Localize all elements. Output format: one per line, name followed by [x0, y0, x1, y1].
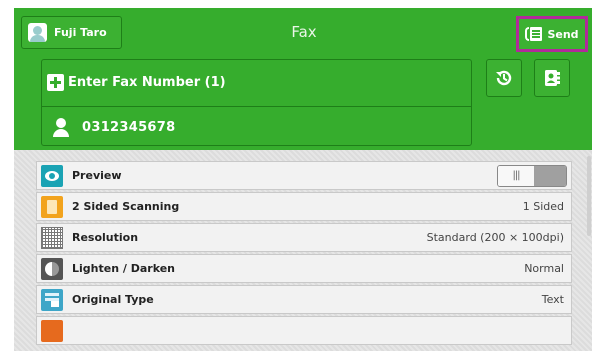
address-book-button[interactable]: [534, 59, 570, 97]
eye-icon: [41, 164, 63, 187]
enter-fax-number-button[interactable]: Enter Fax Number (1): [47, 70, 226, 94]
setting-value: Text: [541, 293, 564, 306]
fax-recipient-panel: Enter Fax Number (1) 0312345678: [41, 59, 472, 146]
setting-row-2-sided-scanning[interactable]: 2 Sided Scanning 1 Sided: [36, 192, 572, 221]
contrast-icon: [41, 257, 63, 280]
fax-header: Fuji Taro Fax Send Enter Fax Number (1) …: [14, 8, 592, 150]
setting-row-original-type[interactable]: Original Type Text: [36, 285, 572, 314]
redial-history-button[interactable]: [486, 59, 522, 97]
plus-icon: [47, 73, 64, 91]
recipient-entry[interactable]: 0312345678: [52, 115, 175, 139]
recipient-number: 0312345678: [82, 119, 176, 135]
send-button[interactable]: Send: [516, 16, 588, 52]
page-title: Fax: [291, 23, 317, 41]
enter-fax-number-label: Enter Fax Number (1): [68, 74, 226, 90]
resolution-grid-icon: [41, 226, 63, 249]
setting-value: Standard (200 × 100dpi): [426, 231, 564, 244]
setting-label: Lighten / Darken: [72, 262, 176, 275]
fax-app-window: Fuji Taro Fax Send Enter Fax Number (1) …: [14, 8, 592, 351]
setting-label: Resolution: [72, 231, 139, 244]
preview-toggle[interactable]: |||: [497, 164, 567, 187]
setting-label: Preview: [72, 169, 122, 182]
setting-icon: [41, 319, 63, 342]
send-label: Send: [547, 27, 579, 41]
user-avatar-icon: [28, 23, 47, 42]
original-type-icon: [41, 288, 63, 311]
user-account-button[interactable]: Fuji Taro: [21, 16, 122, 49]
setting-row-preview[interactable]: Preview |||: [36, 161, 572, 190]
address-book-icon: [545, 70, 560, 86]
setting-row-lighten-darken[interactable]: Lighten / Darken Normal: [36, 254, 572, 283]
setting-label: 2 Sided Scanning: [72, 200, 180, 213]
setting-value: 1 Sided: [522, 200, 564, 213]
person-icon: [52, 117, 70, 137]
setting-row-partial[interactable]: [36, 316, 572, 345]
scrollbar[interactable]: [587, 156, 591, 236]
setting-label: Original Type: [72, 293, 154, 306]
send-fax-icon: [525, 27, 543, 41]
two-sided-icon: [41, 195, 63, 218]
setting-row-resolution[interactable]: Resolution Standard (200 × 100dpi): [36, 223, 572, 252]
setting-value: Normal: [524, 262, 564, 275]
settings-list: Preview ||| 2 Sided Scanning 1 Sided Res…: [14, 150, 592, 351]
user-name-label: Fuji Taro: [54, 26, 107, 39]
divider: [42, 106, 471, 107]
history-icon: [496, 70, 512, 86]
